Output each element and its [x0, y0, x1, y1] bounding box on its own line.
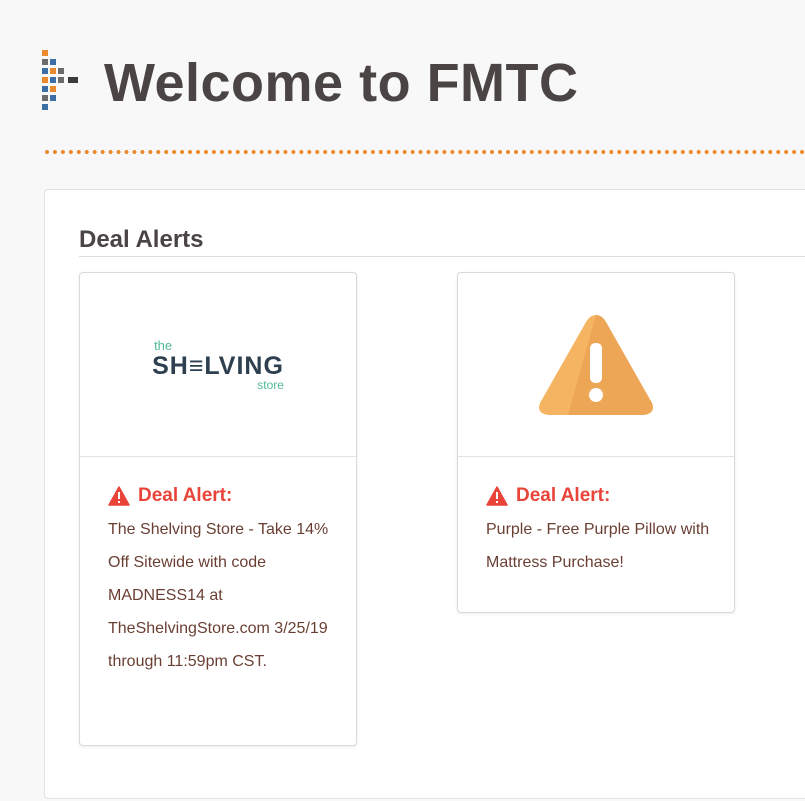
deal-alert-label: Deal Alert: — [108, 485, 328, 507]
logo-store: store — [257, 377, 284, 392]
shelving-store-logo: the SH≡LVING store — [152, 337, 284, 392]
logo-the: the — [154, 337, 173, 353]
section-rule — [79, 256, 805, 257]
deal-alert-title: Deal Alert: — [138, 485, 233, 506]
card-image: the SH≡LVING store — [80, 273, 356, 457]
deal-alert-card[interactable]: the SH≡LVING store Deal Alert: The Shelv… — [79, 272, 357, 746]
deal-alerts-panel: Deal Alerts the SH≡LVING store Deal Aler… — [44, 189, 805, 799]
page-header: Welcome to FMTC — [40, 48, 579, 118]
deal-alert-label: Deal Alert: — [486, 485, 706, 507]
logo-main: SH≡LVING — [152, 351, 284, 380]
warning-icon — [486, 486, 508, 506]
warning-icon — [108, 486, 130, 506]
page-title: Welcome to FMTC — [104, 53, 579, 113]
card-body: Deal Alert: Purple - Free Purple Pillow … — [458, 457, 734, 579]
fmtc-logo-icon — [42, 50, 78, 110]
card-body: Deal Alert: The Shelving Store - Take 14… — [80, 457, 356, 678]
warning-triangle-icon — [539, 314, 653, 415]
deal-alert-card[interactable]: Deal Alert: Purple - Free Purple Pillow … — [457, 272, 735, 613]
section-title: Deal Alerts — [79, 226, 204, 253]
deal-alert-text: The Shelving Store - Take 14% Off Sitewi… — [108, 521, 329, 670]
card-image — [458, 273, 734, 457]
title-divider — [45, 150, 805, 154]
deal-alert-text: Purple - Free Purple Pillow with Mattres… — [486, 521, 710, 571]
deal-alert-title: Deal Alert: — [516, 485, 611, 506]
